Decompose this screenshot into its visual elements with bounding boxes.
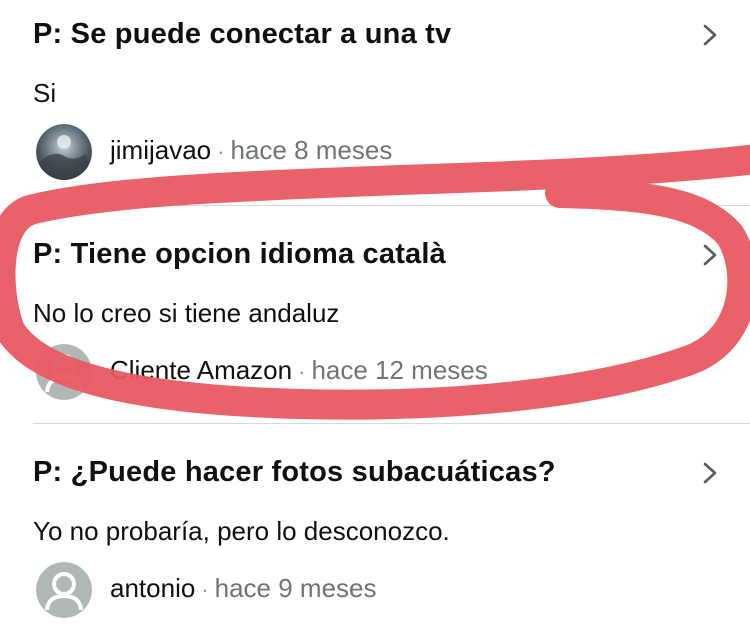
divider	[33, 205, 750, 206]
answer-text: No lo creo si tiene andaluz	[33, 298, 340, 328]
chevron-right-icon[interactable]	[697, 22, 723, 48]
answer-meta: antonio · hace 9 meses	[110, 573, 377, 604]
chevron-right-icon[interactable]	[697, 460, 723, 486]
question-title[interactable]: P: Tiene opcion idioma català	[33, 238, 446, 271]
default-user-avatar	[36, 344, 92, 400]
answer-date: hace 8 meses	[230, 135, 393, 165]
answer-meta: Cliente Amazon · hace 12 meses	[110, 355, 488, 386]
default-user-avatar	[36, 562, 92, 618]
qa-item[interactable]: P: ¿Puede hacer fotos subacuáticas? Yo n…	[0, 438, 750, 638]
separator-dot: ·	[217, 139, 225, 164]
answer-date: hace 12 meses	[311, 355, 488, 385]
answer-text: Yo no probaría, pero lo desconozco.	[33, 516, 450, 546]
chevron-right-icon[interactable]	[697, 242, 723, 268]
author-name[interactable]: antonio	[110, 573, 195, 603]
separator-dot: ·	[298, 359, 306, 384]
question-title[interactable]: P: ¿Puede hacer fotos subacuáticas?	[33, 456, 556, 489]
separator-dot: ·	[201, 577, 209, 602]
qa-item[interactable]: P: Se puede conectar a una tv Si jimijav…	[0, 0, 750, 200]
qa-item[interactable]: P: Tiene opcion idioma català No lo creo…	[0, 220, 750, 420]
author-name[interactable]: jimijavao	[110, 135, 211, 165]
answer-meta: jimijavao · hace 8 meses	[110, 135, 392, 166]
question-title[interactable]: P: Se puede conectar a una tv	[33, 18, 451, 51]
author-name[interactable]: Cliente Amazon	[110, 355, 292, 385]
answer-text: Si	[33, 78, 57, 108]
answer-date: hace 9 meses	[214, 573, 377, 603]
divider	[33, 423, 750, 424]
user-photo-avatar	[36, 124, 92, 180]
